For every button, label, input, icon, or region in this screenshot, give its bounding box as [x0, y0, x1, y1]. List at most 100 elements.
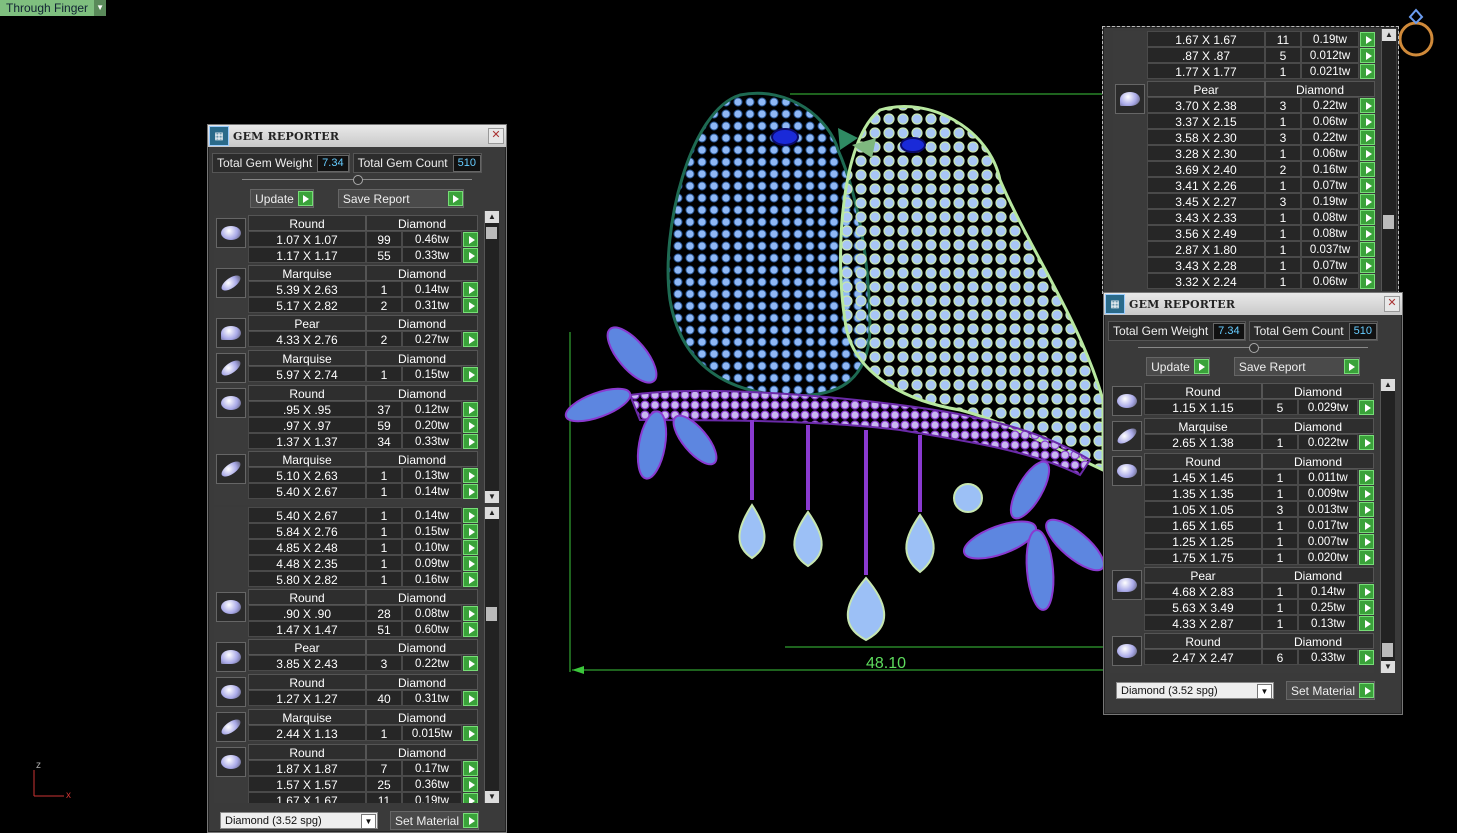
set-material-button[interactable]: Set Material [1286, 681, 1376, 700]
select-gem-button[interactable] [1360, 98, 1375, 113]
gem-row[interactable]: 3.43 X 2.28 1 0.07tw [1147, 257, 1375, 273]
select-gem-button[interactable] [463, 248, 478, 263]
round-gem-icon[interactable] [216, 747, 246, 777]
round-gem-icon[interactable] [1112, 456, 1142, 486]
select-gem-button[interactable] [463, 777, 478, 792]
gem-row[interactable]: 3.69 X 2.40 2 0.16tw [1147, 161, 1375, 177]
scroll-up-icon[interactable]: ▲ [485, 507, 499, 519]
select-gem-button[interactable] [463, 622, 478, 637]
set-material-button[interactable]: Set Material [390, 811, 480, 830]
gem-row[interactable]: 1.67 X 1.67 11 0.19tw [248, 792, 478, 803]
gem-row[interactable]: 1.25 X 1.25 1 0.007tw [1144, 533, 1374, 549]
select-gem-button[interactable] [1360, 32, 1375, 47]
select-gem-button[interactable] [1359, 534, 1374, 549]
select-gem-button[interactable] [1360, 178, 1375, 193]
select-gem-button[interactable] [1360, 114, 1375, 129]
select-gem-button[interactable] [1359, 400, 1374, 415]
update-button[interactable]: Update [1146, 357, 1210, 376]
scrollbar[interactable]: ▲ ▼ [1380, 379, 1395, 673]
select-gem-button[interactable] [463, 606, 478, 621]
select-gem-button[interactable] [463, 761, 478, 776]
gem-row[interactable]: 1.77 X 1.77 1 0.021tw [1147, 63, 1375, 79]
round-gem-icon[interactable] [216, 677, 246, 707]
select-gem-button[interactable] [1359, 502, 1374, 517]
gem-row[interactable]: 2.87 X 1.80 1 0.037tw [1147, 241, 1375, 257]
gem-row[interactable]: 1.05 X 1.05 3 0.013tw [1144, 501, 1374, 517]
save-report-button[interactable]: Save Report [337, 189, 464, 208]
gem-row[interactable]: 1.27 X 1.27 40 0.31tw [248, 690, 478, 706]
select-gem-button[interactable] [1359, 600, 1374, 615]
select-gem-button[interactable] [1360, 226, 1375, 241]
select-gem-button[interactable] [463, 232, 478, 247]
gem-row[interactable]: .95 X .95 37 0.12tw [248, 401, 478, 417]
select-gem-button[interactable] [1359, 550, 1374, 565]
gem-row[interactable]: 5.63 X 3.49 1 0.25tw [1144, 599, 1374, 615]
round-gem-icon[interactable] [1112, 636, 1142, 666]
select-gem-button[interactable] [1360, 146, 1375, 161]
gem-row[interactable]: 3.32 X 2.24 1 0.06tw [1147, 273, 1375, 289]
select-gem-button[interactable] [1360, 274, 1375, 289]
gem-row[interactable]: .90 X .90 28 0.08tw [248, 605, 478, 621]
gem-row[interactable]: 1.07 X 1.07 99 0.46tw [248, 231, 478, 247]
round-gem-icon[interactable] [216, 592, 246, 622]
scroll-up-icon[interactable]: ▲ [485, 211, 499, 223]
select-gem-button[interactable] [463, 367, 478, 382]
scroll-down-icon[interactable]: ▼ [485, 791, 499, 803]
select-gem-button[interactable] [1360, 130, 1375, 145]
gem-row[interactable]: .97 X .97 59 0.20tw [248, 417, 478, 433]
pear-gem-icon[interactable] [1115, 84, 1145, 114]
gem-row[interactable]: 1.45 X 1.45 1 0.011tw [1144, 469, 1374, 485]
select-gem-button[interactable] [1360, 48, 1375, 63]
marquise-gem-icon[interactable] [1112, 421, 1142, 451]
gem-row[interactable]: 1.47 X 1.47 51 0.60tw [248, 621, 478, 637]
select-gem-button[interactable] [463, 484, 478, 499]
select-gem-button[interactable] [463, 540, 478, 555]
splitter-handle[interactable] [1104, 343, 1402, 353]
round-gem-icon[interactable] [1112, 386, 1142, 416]
select-gem-button[interactable] [463, 434, 478, 449]
select-gem-button[interactable] [1360, 194, 1375, 209]
select-gem-button[interactable] [1359, 650, 1374, 665]
gem-row[interactable]: 3.58 X 2.30 3 0.22tw [1147, 129, 1375, 145]
select-gem-button[interactable] [463, 691, 478, 706]
splitter-handle[interactable] [208, 175, 506, 185]
gem-row[interactable]: 2.44 X 1.13 1 0.015tw [248, 725, 478, 741]
pear-gem-icon[interactable] [1112, 570, 1142, 600]
titlebar[interactable]: ▦ GEM REPORTER ✕ [1104, 293, 1402, 315]
gem-row[interactable]: 5.40 X 2.67 1 0.14tw [248, 483, 478, 499]
select-gem-button[interactable] [1360, 64, 1375, 79]
select-gem-button[interactable] [463, 572, 478, 587]
select-gem-button[interactable] [1359, 584, 1374, 599]
select-gem-button[interactable] [463, 332, 478, 347]
select-gem-button[interactable] [1359, 470, 1374, 485]
gem-row[interactable]: 2.47 X 2.47 6 0.33tw [1144, 649, 1374, 665]
scroll-up-icon[interactable]: ▲ [1382, 29, 1396, 41]
gem-row[interactable]: 2.65 X 1.38 1 0.022tw [1144, 434, 1374, 450]
select-gem-button[interactable] [1360, 162, 1375, 177]
gem-row[interactable]: 3.56 X 2.49 1 0.08tw [1147, 225, 1375, 241]
select-gem-button[interactable] [463, 793, 478, 803]
select-gem-button[interactable] [463, 726, 478, 741]
gem-row[interactable]: 1.35 X 1.35 1 0.009tw [1144, 485, 1374, 501]
gem-row[interactable]: 4.68 X 2.83 1 0.14tw [1144, 583, 1374, 599]
select-gem-button[interactable] [463, 524, 478, 539]
gem-row[interactable]: 3.37 X 2.15 1 0.06tw [1147, 113, 1375, 129]
marquise-gem-icon[interactable] [216, 353, 246, 383]
scrollbar-floating[interactable]: ▲ [1381, 29, 1396, 291]
gem-row[interactable]: 1.57 X 1.57 25 0.36tw [248, 776, 478, 792]
gem-row[interactable]: 4.48 X 2.35 1 0.09tw [248, 555, 478, 571]
close-icon[interactable]: ✕ [488, 128, 504, 144]
select-gem-button[interactable] [1359, 616, 1374, 631]
select-gem-button[interactable] [1359, 435, 1374, 450]
gem-row[interactable]: 4.33 X 2.87 1 0.13tw [1144, 615, 1374, 631]
select-gem-button[interactable] [463, 282, 478, 297]
gem-row[interactable]: .87 X .87 5 0.012tw [1147, 47, 1375, 63]
gem-row[interactable]: 1.87 X 1.87 7 0.17tw [248, 760, 478, 776]
scrollbar-bottom[interactable]: ▲ ▼ [484, 507, 499, 803]
gem-row[interactable]: 5.39 X 2.63 1 0.14tw [248, 281, 478, 297]
gem-row[interactable]: 1.37 X 1.37 34 0.33tw [248, 433, 478, 449]
gem-row[interactable]: 3.43 X 2.33 1 0.08tw [1147, 209, 1375, 225]
save-report-button[interactable]: Save Report [1233, 357, 1360, 376]
chevron-down-icon[interactable]: ▼ [1257, 684, 1272, 699]
gem-row[interactable]: 5.80 X 2.82 1 0.16tw [248, 571, 478, 587]
